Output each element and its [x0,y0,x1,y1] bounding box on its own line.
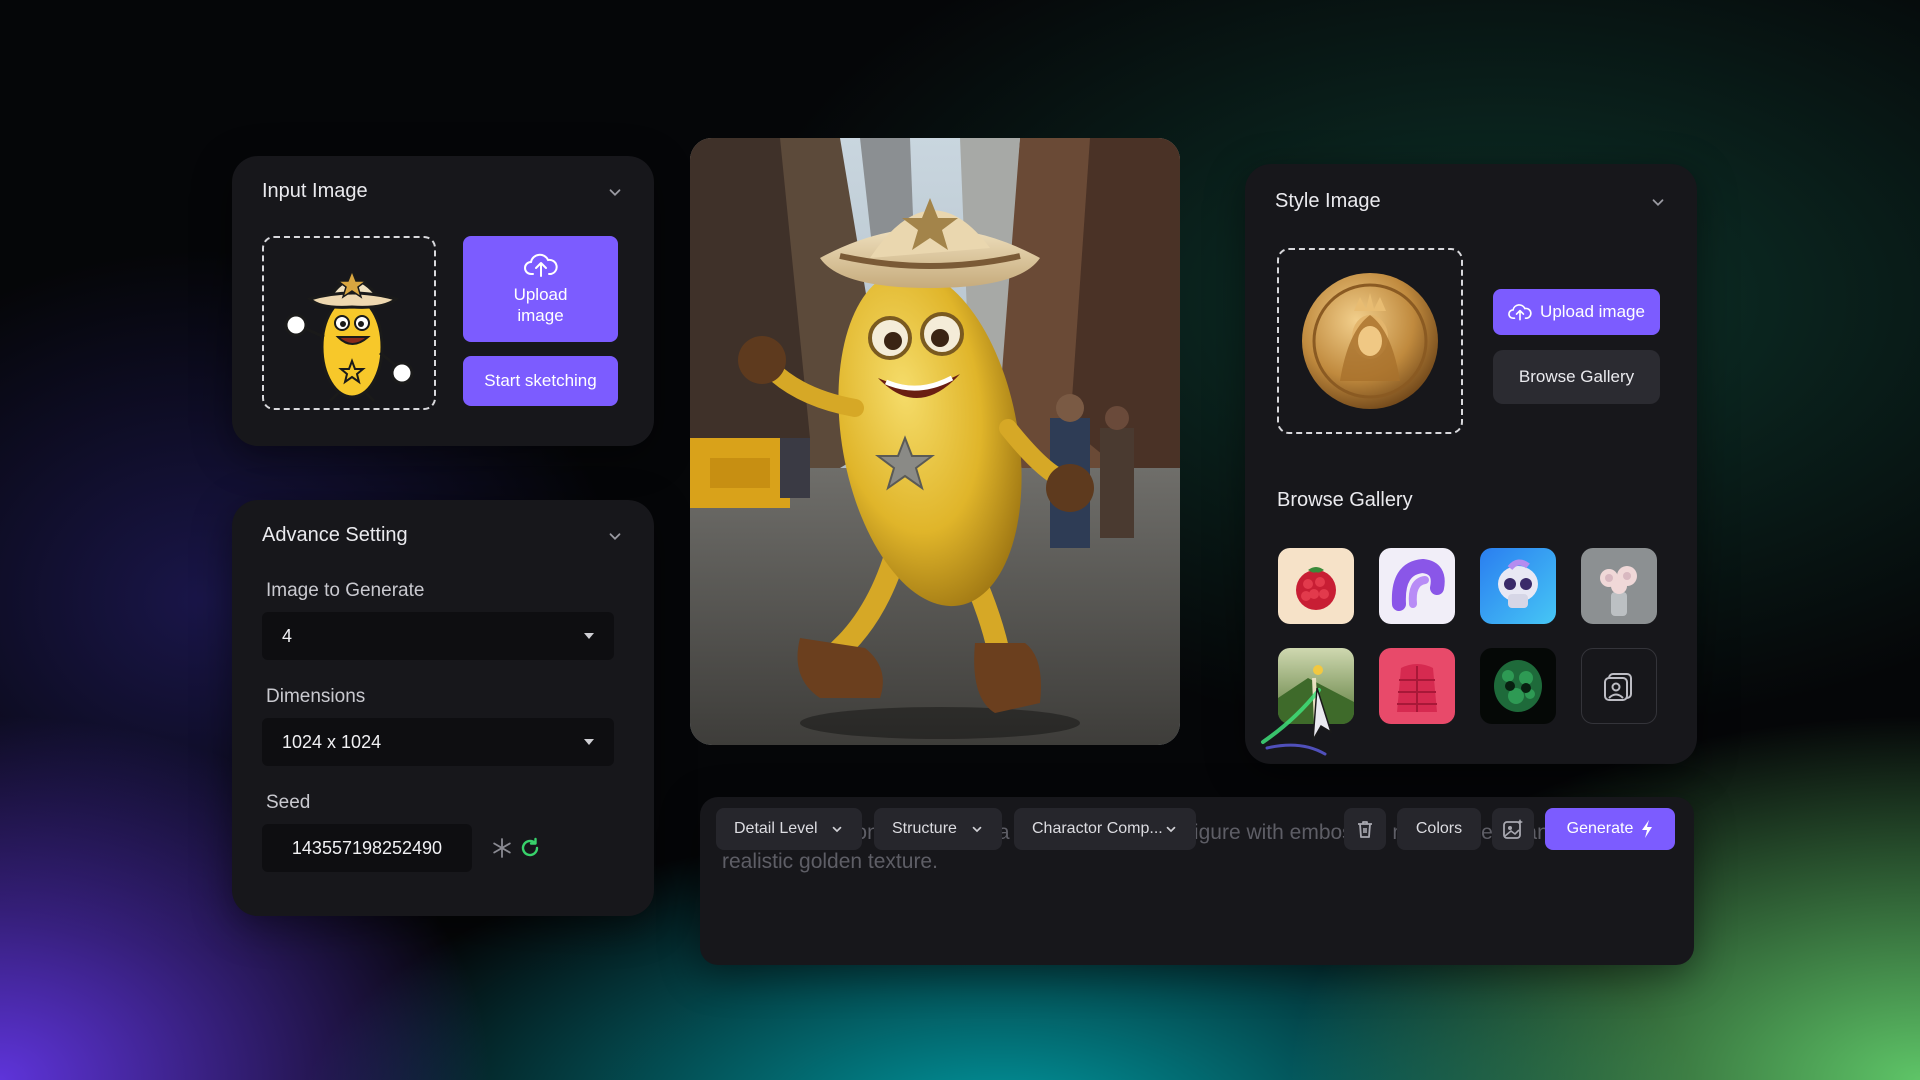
image-prompt-button[interactable] [1492,808,1534,850]
style-image-panel: Style Image Upload image Browse Gallery … [1245,164,1697,764]
refresh-icon[interactable] [518,836,542,860]
flower-vase-image [1600,566,1637,616]
character-composition-dropdown[interactable]: Charactor Comp... [1014,808,1196,850]
generated-image[interactable] [690,138,1180,745]
input-image-header[interactable]: Input Image [262,180,624,203]
start-sketching-label: Start sketching [484,371,597,390]
chevron-down-icon[interactable] [606,527,624,545]
dropdown-arrow-icon [584,739,594,745]
upload-image-button[interactable]: Upload image [463,236,618,342]
chevron-down-icon [972,826,982,833]
image-gallery-icon [1604,673,1632,701]
gold-coin-image [1302,273,1438,409]
generate-label: Generate [1566,820,1634,837]
green-skull-image [1494,660,1542,712]
chevron-down-icon [1166,826,1176,833]
dimensions-select[interactable]: 1024 x 1024 [262,718,614,766]
chip-label: Structure [892,820,957,837]
generate-button[interactable]: Generate [1545,808,1675,850]
start-sketching-button[interactable]: Start sketching [463,356,618,406]
chip-label: Charactor Comp... [1032,820,1163,837]
cloud-upload-icon [523,253,558,277]
cloud-upload-icon [1508,304,1532,321]
dimensions-label: Dimensions [266,686,366,707]
input-image-dropzone[interactable] [262,236,436,410]
banana-cowboy-render [690,138,1180,745]
style-image-header[interactable]: Style Image [1275,190,1667,213]
colors-label: Colors [1415,820,1463,837]
seed-value: 143557198252490 [291,837,443,858]
gallery-add-image-button[interactable] [1581,648,1657,724]
gallery-thumb-skull[interactable] [1480,548,1556,624]
browse-gallery-button[interactable]: Browse Gallery [1493,350,1660,404]
colors-button[interactable]: Colors [1397,808,1481,850]
chevron-down-icon[interactable] [606,183,624,201]
detail-level-dropdown[interactable]: Detail Level [716,808,862,850]
upload-image-label: Upload image [513,285,568,325]
raspberry-image [1296,567,1336,610]
lightning-icon [1642,820,1653,838]
style-upload-image-label: Upload image [1540,302,1645,321]
panel-title: Style Image [1275,190,1381,212]
style-image-dropzone[interactable] [1277,248,1463,434]
dimensions-value: 1024 x 1024 [282,731,382,752]
image-sparkle-icon [1503,819,1523,839]
input-image-panel: Input Image Upload image Start sketching [232,156,654,446]
snowflake-icon[interactable] [492,838,512,858]
seed-label: Seed [266,792,311,813]
chevron-down-icon [832,826,842,833]
dropdown-arrow-icon [584,633,594,639]
image-count-label: Image to Generate [266,580,425,601]
gallery-thumb-raspberry[interactable] [1278,548,1354,624]
chrome-skull-image [1498,559,1538,608]
gallery-thumb-purple-arch[interactable] [1379,548,1455,624]
panel-title: Input Image [262,180,368,202]
style-upload-image-button[interactable]: Upload image [1493,289,1660,335]
gallery-title: Browse Gallery [1277,489,1413,511]
gallery-thumb-puffer-jacket[interactable] [1379,648,1455,724]
delete-button[interactable] [1344,808,1386,850]
image-count-select[interactable]: 4 [262,612,614,660]
purple-arch-image [1391,558,1445,611]
gallery-thumb-green-skull[interactable] [1480,648,1556,724]
gallery-thumb-flowers[interactable] [1581,548,1657,624]
puffer-jacket-image [1397,664,1437,712]
advanced-settings-header[interactable]: Advance Setting [262,524,624,547]
chip-label: Detail Level [734,820,818,837]
seed-input[interactable]: 143557198252490 [262,824,472,872]
cursor-trail-decoration [1261,687,1333,756]
browse-gallery-label: Browse Gallery [1518,367,1635,386]
advanced-settings-panel: Advance Setting Image to Generate 4 Dime… [232,500,654,916]
banana-mascot-image [284,268,414,403]
chevron-down-icon[interactable] [1649,193,1667,211]
panel-title: Advance Setting [262,524,408,546]
image-count-value: 4 [282,625,293,646]
trash-icon [1358,821,1372,838]
structure-dropdown[interactable]: Structure [874,808,1002,850]
